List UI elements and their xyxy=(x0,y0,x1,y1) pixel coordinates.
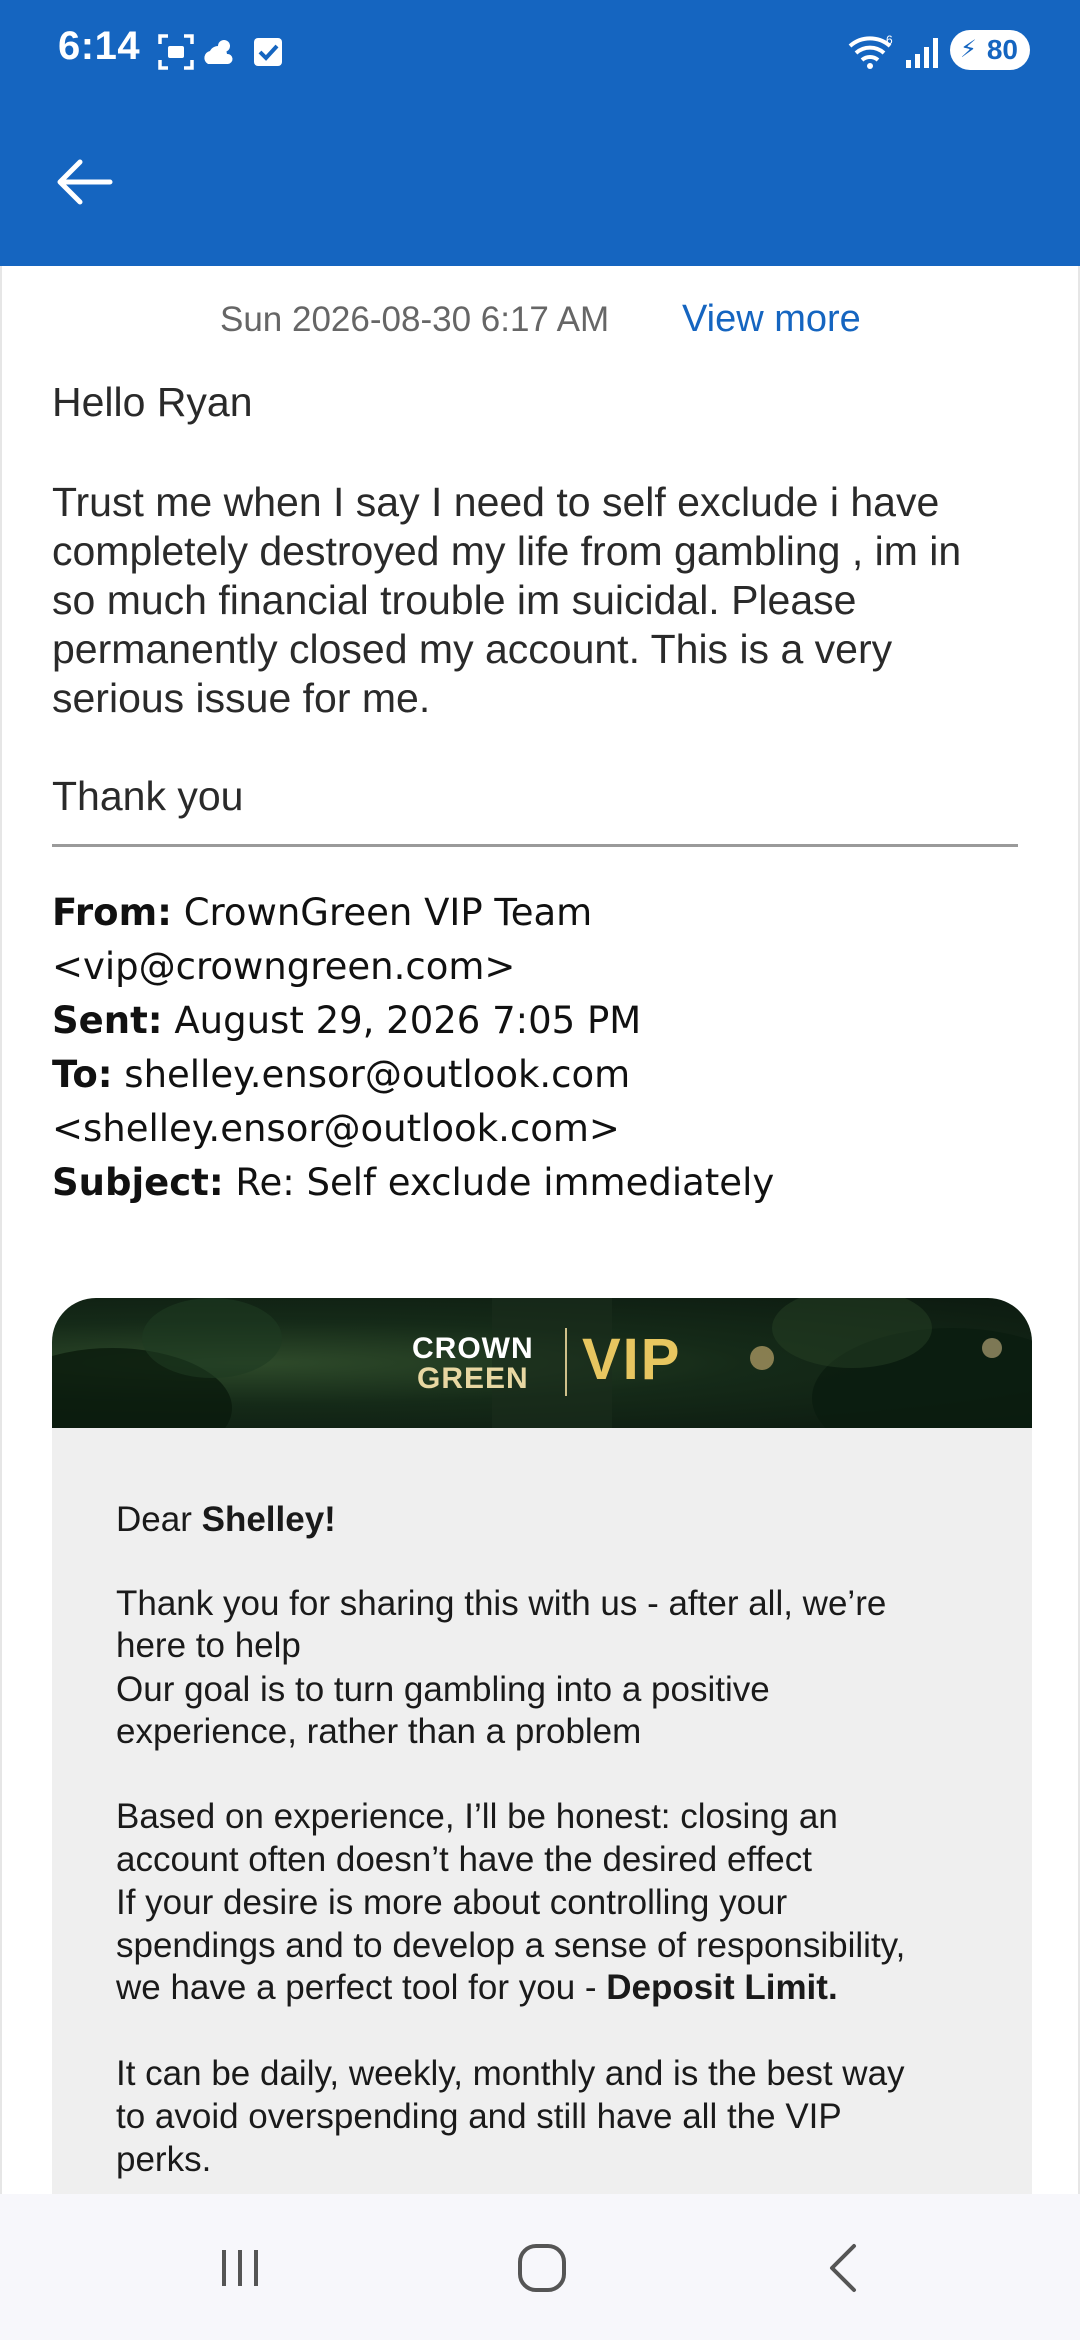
recipient-name: Shelley! xyxy=(201,1500,336,1539)
card-line: It can be daily, weekly, monthly and is … xyxy=(116,2054,905,2093)
view-more-link[interactable]: View more xyxy=(682,298,861,341)
crowngreen-logo: CROWN GREEN xyxy=(412,1334,534,1394)
to-value-2[interactable]: <shelley.ensor@outlook.com> xyxy=(52,1107,620,1150)
sent-label: Sent: xyxy=(52,999,163,1042)
email-meta: Sun 2026-08-30 6:17 AM View more xyxy=(2,284,1078,364)
email-closing: Thank you xyxy=(52,773,244,819)
card-line-text: we have a perfect tool for you - xyxy=(116,1968,607,2007)
email-paragraph: Trust me when I say I need to self exclu… xyxy=(52,479,962,721)
battery-level: 80 xyxy=(986,34,1018,65)
card-line: Based on experience, I’ll be honest: clo… xyxy=(116,1797,838,1836)
quoted-headers: From: CrownGreen VIP Team <vip@crowngree… xyxy=(52,886,1052,1210)
subject-label: Subject: xyxy=(52,1161,224,1204)
recents-icon[interactable] xyxy=(208,2236,272,2300)
card-salutation: Dear Shelley! xyxy=(116,1498,976,1541)
subject-line: Subject: Re: Self exclude immediately xyxy=(52,1156,1052,1210)
to-value[interactable]: shelley.ensor@outlook.com xyxy=(113,1053,630,1096)
back-arrow-icon[interactable] xyxy=(52,150,116,214)
subject-value: Re: Self exclude immediately xyxy=(223,1161,775,1204)
from-label: From: xyxy=(52,891,172,934)
card-line: perks. xyxy=(116,2140,212,2179)
card-line: we have a perfect tool for you - Deposit… xyxy=(116,1966,976,2009)
email-date: Sun 2026-08-30 6:17 AM xyxy=(220,300,610,339)
battery-icon: ⚡ 80 xyxy=(950,30,1030,70)
home-icon[interactable] xyxy=(510,2236,574,2300)
quote-divider xyxy=(52,844,1018,847)
to-label: To: xyxy=(52,1053,113,1096)
weather-icon xyxy=(204,40,233,64)
deposit-limit-text: Deposit Limit. xyxy=(606,1968,838,2007)
to-line: To: shelley.ensor@outlook.com xyxy=(52,1048,1052,1102)
screenshot-icon xyxy=(158,34,194,70)
card-line: Thank you for sharing this with us - aft… xyxy=(116,1584,887,1623)
card-line: Our goal is to turn gambling into a posi… xyxy=(116,1670,770,1709)
card-line: If your desire is more about controlling… xyxy=(116,1883,788,1922)
card-line: account often doesn’t have the desired e… xyxy=(116,1840,812,1879)
vip-email-card: CROWN GREEN VIP Dear Shelley! Thank you … xyxy=(52,1298,1032,2194)
card-line: experience, rather than a problem xyxy=(116,1712,642,1751)
dear-text: Dear xyxy=(116,1500,202,1539)
card-line: spendings and to develop a sense of resp… xyxy=(116,1926,906,1965)
signal-icon xyxy=(906,38,938,68)
checkbox-notification-icon xyxy=(254,38,282,66)
charging-icon: ⚡ xyxy=(960,36,977,63)
sent-value: August 29, 2026 7:05 PM xyxy=(162,999,642,1042)
back-icon[interactable] xyxy=(814,2236,878,2300)
to-line-2: <shelley.ensor@outlook.com> xyxy=(52,1102,1052,1156)
card-line: here to help xyxy=(116,1626,301,1665)
logo-separator xyxy=(565,1328,567,1396)
vip-banner: CROWN GREEN VIP xyxy=(52,1298,1032,1428)
wifi-icon: 6 xyxy=(848,33,893,69)
logo-green-text: GREEN xyxy=(416,1362,529,1395)
logo-crown-text: CROWN xyxy=(412,1332,534,1365)
vip-logo-text: VIP xyxy=(582,1327,682,1392)
banner-foliage-image xyxy=(52,1298,1032,1428)
from-line: From: CrownGreen VIP Team <vip@crowngree… xyxy=(52,886,1052,994)
app-bar: 6:14 6 ⚡ 80 xyxy=(0,0,1080,266)
email-greeting: Hello Ryan xyxy=(52,379,253,425)
status-bar: 6:14 6 ⚡ 80 xyxy=(0,0,1080,100)
status-time: 6:14 xyxy=(58,24,141,68)
svg-text:6: 6 xyxy=(886,33,893,47)
system-nav-bar xyxy=(0,2194,1080,2340)
sent-line: Sent: August 29, 2026 7:05 PM xyxy=(52,994,1052,1048)
card-line: to avoid overspending and still have all… xyxy=(116,2097,842,2136)
email-view[interactable]: Sun 2026-08-30 6:17 AM View more Hello R… xyxy=(0,266,1080,2194)
